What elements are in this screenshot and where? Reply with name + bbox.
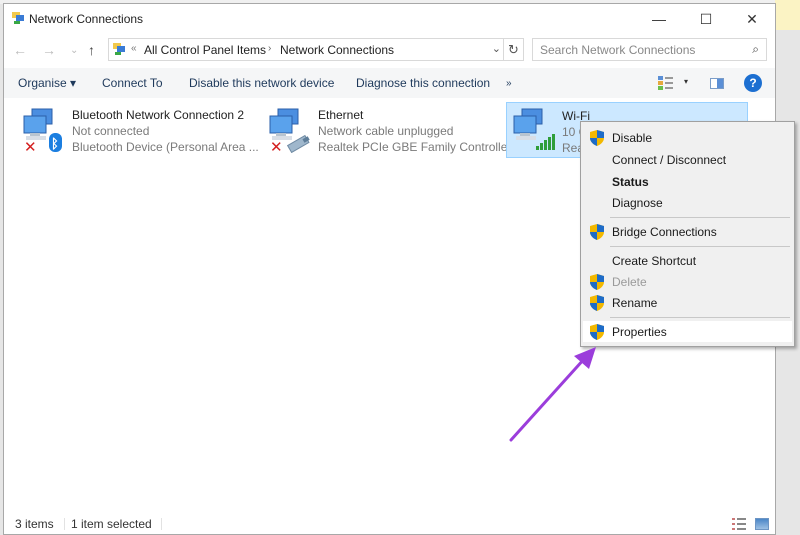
menu-item-connect-disconnect[interactable]: Connect / Disconnect [583, 149, 792, 170]
menu-separator [610, 217, 790, 218]
maximize-button[interactable]: ☐ [683, 4, 729, 34]
help-icon[interactable]: ? [744, 74, 762, 92]
back-button[interactable]: ← [13, 42, 27, 58]
connection-device: Realtek PCIe GBE Family Controller [318, 140, 512, 154]
minimize-button[interactable]: — [636, 4, 682, 34]
change-view-icon[interactable] [658, 76, 674, 90]
wifi-signal-bars-icon [536, 134, 555, 150]
search-icon[interactable]: ⌕ [752, 42, 759, 57]
network-connections-icon [12, 12, 24, 24]
recent-locations-button[interactable]: ⌄ [70, 45, 78, 56]
connection-name: Ethernet [318, 108, 364, 122]
menu-item-label: Connect / Disconnect [612, 153, 727, 167]
more-commands-button[interactable]: » [506, 78, 512, 89]
menu-item-diagnose[interactable]: Diagnose [583, 192, 792, 213]
breadcrumb-network-connections[interactable]: Network Connections [280, 43, 394, 57]
menu-item-label: Bridge Connections [612, 225, 717, 239]
view-dropdown-icon[interactable]: ▾ [684, 77, 688, 86]
title-bar: Network Connections — ☐ ✕ [4, 4, 775, 34]
preview-pane-icon[interactable] [710, 78, 724, 89]
control-panel-icon [113, 43, 125, 55]
connection-device: Bluetooth Device (Personal Area ... [72, 140, 259, 154]
menu-item-label: Create Shortcut [612, 254, 697, 268]
menu-item-properties[interactable]: Properties [583, 321, 792, 342]
menu-item-label: Rename [612, 296, 658, 310]
connection-name: Bluetooth Network Connection 2 [72, 108, 245, 122]
address-dropdown-icon[interactable]: ⌄ [492, 42, 501, 55]
uac-shield-icon [590, 295, 604, 311]
status-divider [64, 518, 65, 530]
navigation-bar: ← → ⌄ ↑ « All Control Panel Items › Netw… [4, 37, 775, 65]
breadcrumb-overflow[interactable]: « [131, 43, 137, 54]
forward-button[interactable]: → [42, 42, 56, 58]
connection-item-ethernet[interactable]: ✕ Ethernet Network cable unplugged Realt… [256, 102, 511, 158]
menu-item-bridge-connections[interactable]: Bridge Connections [583, 221, 792, 242]
network-computers-icon: ✕ ᛒ [23, 108, 62, 153]
breadcrumb-separator[interactable]: › [268, 43, 271, 54]
menu-item-rename[interactable]: Rename [583, 292, 792, 313]
menu-item-label: Disable [612, 131, 653, 145]
connection-status: Not connected [72, 124, 150, 138]
menu-item-disable[interactable]: Disable [583, 127, 792, 148]
refresh-button[interactable]: ↻ [504, 38, 524, 61]
menu-item-label: Status [612, 175, 649, 189]
status-divider [161, 518, 162, 530]
uac-shield-icon [590, 130, 604, 146]
uac-shield-icon [590, 224, 604, 240]
search-input[interactable]: Search Network Connections ⌕ [532, 38, 767, 61]
background-window-strip [775, 0, 800, 30]
network-computers-icon: ✕ [269, 108, 310, 153]
menu-item-create-shortcut[interactable]: Create Shortcut [583, 250, 792, 271]
status-bar: 3 items 1 item selected [4, 514, 775, 534]
menu-item-label: Diagnose [612, 196, 663, 210]
bluetooth-icon: ᛒ [51, 136, 59, 151]
menu-item-label: Delete [612, 275, 647, 289]
menu-separator [610, 246, 790, 247]
details-view-icon[interactable] [732, 518, 746, 530]
organise-menu[interactable]: Organise ▾ [18, 76, 76, 90]
window-title: Network Connections [29, 12, 144, 26]
large-icons-view-icon[interactable] [755, 518, 769, 530]
disable-device-button[interactable]: Disable this network device [189, 76, 334, 90]
disconnected-x-icon: ✕ [24, 139, 37, 153]
close-button[interactable]: ✕ [729, 4, 775, 34]
up-button[interactable]: ↑ [88, 42, 95, 58]
uac-shield-icon [590, 324, 604, 340]
network-computers-icon [513, 108, 555, 150]
disconnected-x-icon: ✕ [270, 139, 283, 153]
item-count: 3 items [15, 517, 54, 531]
connect-to-button[interactable]: Connect To [102, 76, 163, 90]
menu-item-status[interactable]: Status [583, 171, 792, 192]
menu-item-delete: Delete [583, 271, 792, 292]
uac-shield-icon [590, 274, 604, 290]
connection-status: Network cable unplugged [318, 124, 454, 138]
menu-item-label: Properties [612, 325, 667, 339]
address-bar[interactable]: « All Control Panel Items › Network Conn… [108, 38, 504, 61]
connection-item-bluetooth[interactable]: ✕ ᛒ Bluetooth Network Connection 2 Not c… [10, 102, 259, 158]
context-menu: Disable Connect / Disconnect Status Diag… [580, 121, 795, 347]
selection-count: 1 item selected [71, 517, 152, 531]
menu-separator [610, 317, 790, 318]
breadcrumb-all-control-panel-items[interactable]: All Control Panel Items [144, 43, 266, 57]
command-bar: Organise ▾ Connect To Disable this netwo… [4, 68, 775, 98]
diagnose-connection-button[interactable]: Diagnose this connection [356, 76, 490, 90]
search-placeholder: Search Network Connections [540, 43, 696, 57]
